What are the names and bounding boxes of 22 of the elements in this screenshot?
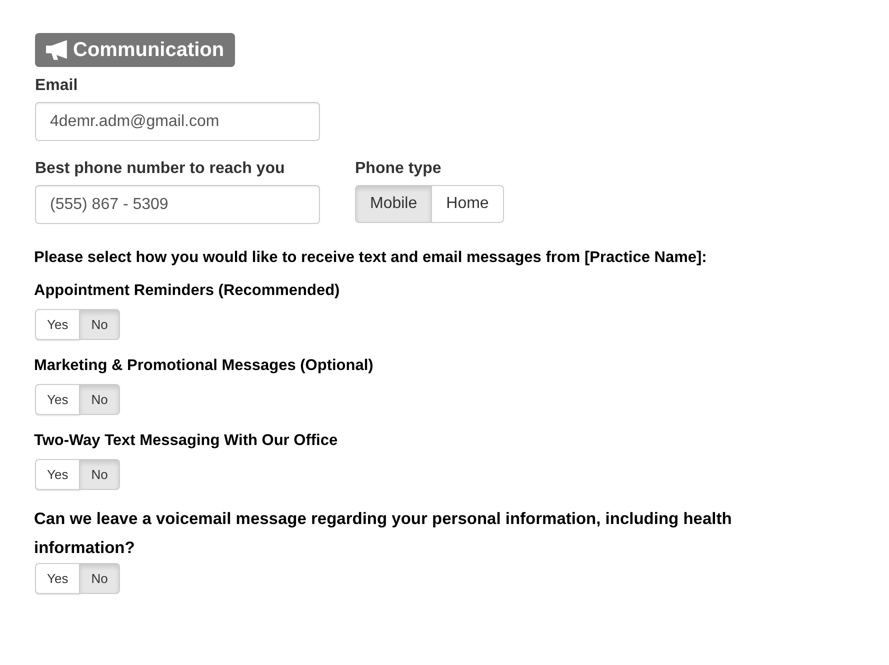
section-title: Communication	[73, 38, 224, 63]
toggle-option[interactable]: No	[79, 563, 120, 594]
question-label: Can we leave a voicemail message regarding your personal information, including health information?	[34, 509, 733, 559]
phone-input[interactable]: (555) 867 - 5309	[35, 185, 320, 224]
preference-label: Marketing & Promotional Messages (Optional)	[34, 356, 374, 376]
phone-type-label: Phone type	[355, 159, 442, 179]
email-label: Email	[35, 76, 79, 96]
toggle-option[interactable]: Yes	[35, 563, 80, 594]
phone-label: Best phone number to reach you	[35, 159, 286, 179]
preference-label: Two-Way Text Messaging With Our Office	[34, 431, 339, 451]
toggle-option[interactable]: Yes	[35, 459, 80, 490]
preference-label: Appointment Reminders (Recommended)	[34, 281, 341, 301]
phone-type-option[interactable]: Home	[431, 185, 504, 223]
toggle-option[interactable]: No	[79, 309, 120, 340]
megaphone-icon	[46, 40, 68, 60]
phone-type-option[interactable]: Mobile	[355, 185, 432, 223]
preferences-intro: Please select how you would like to receive text and email messages from [Practice Name]:	[34, 248, 708, 268]
toggle-option[interactable]: Yes	[35, 309, 80, 340]
toggle-option[interactable]: Yes	[35, 384, 80, 415]
toggle-option[interactable]: No	[79, 384, 120, 415]
toggle-option[interactable]: No	[79, 459, 120, 490]
email-input[interactable]: 4demr.adm@gmail.com	[35, 102, 320, 141]
